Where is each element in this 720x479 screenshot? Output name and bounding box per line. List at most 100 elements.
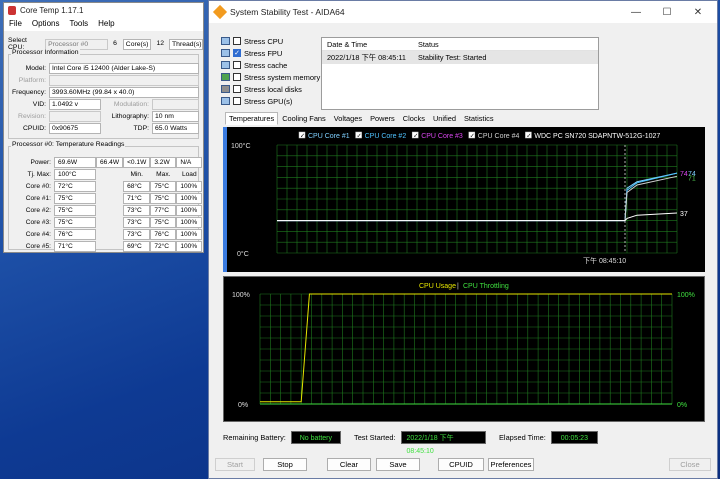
- stress-memory-label: Stress system memory: [244, 72, 321, 82]
- core-name: Core #1:: [25, 195, 51, 202]
- clear-button[interactable]: Clear: [327, 458, 371, 471]
- legend-check-icon: ✓: [526, 134, 531, 140]
- menu-tools[interactable]: Tools: [69, 19, 88, 30]
- stress-gpu-label: Stress GPU(s): [244, 96, 293, 106]
- power-value-dram: 3.2W: [150, 157, 177, 168]
- core-min: 73°C: [123, 205, 151, 216]
- coretemp-app-icon: [8, 6, 16, 15]
- core-min: 73°C: [123, 229, 151, 240]
- stress-memory-option[interactable]: Stress system memory: [221, 71, 320, 83]
- stress-cpu-label: Stress CPU: [244, 36, 284, 46]
- stress-disks-label: Stress local disks: [244, 84, 302, 94]
- tab-temperatures[interactable]: Temperatures: [225, 112, 279, 125]
- power-value-gpu: N/A: [176, 157, 203, 168]
- col-datetime-header[interactable]: Date & Time: [322, 40, 415, 49]
- stress-cache-checkbox[interactable]: [233, 61, 241, 69]
- core-max: 75°C: [150, 181, 177, 192]
- core-name: Core #2:: [25, 207, 51, 214]
- tab-clocks[interactable]: Clocks: [399, 112, 429, 125]
- stress-gpu-option[interactable]: Stress GPU(s): [221, 95, 292, 107]
- legend-entry: CPU Throttling: [463, 283, 509, 290]
- maximize-icon[interactable]: ☐: [654, 7, 680, 18]
- processor-select[interactable]: Processor #0: [45, 38, 109, 50]
- test-started: Test Started: 2022/1/18 下午 08:45:10: [354, 431, 486, 455]
- elapsed-time-value: 00:05:23: [550, 431, 598, 444]
- vid-label: VID:: [32, 101, 46, 108]
- tdp-value: 65.0 Watts: [152, 123, 199, 134]
- stop-button[interactable]: Stop: [263, 458, 307, 471]
- tab-unified[interactable]: Unified: [429, 112, 460, 125]
- core-load: 100%: [176, 217, 203, 228]
- stress-fpu-checkbox[interactable]: ✓: [233, 49, 241, 57]
- tab-voltages[interactable]: Voltages: [330, 112, 366, 125]
- legend-check-icon: ✓: [470, 134, 475, 140]
- tab-cooling-fans[interactable]: Cooling Fans: [278, 112, 330, 125]
- coretemp-menubar: File Options Tools Help: [4, 18, 203, 31]
- stress-cpu-checkbox[interactable]: [233, 37, 241, 45]
- core-load: 100%: [176, 241, 203, 252]
- y-tick-label: 100%: [232, 292, 250, 299]
- core-temp: 71°C: [54, 241, 96, 252]
- start-button[interactable]: Start: [215, 458, 255, 471]
- temperature-readings-title: Processor #0: Temperature Readings: [11, 141, 126, 148]
- tab-powers[interactable]: Powers: [366, 112, 399, 125]
- core-load: 100%: [176, 205, 203, 216]
- preferences-button[interactable]: Preferences: [488, 458, 534, 471]
- status-row-status: Stability Test: Started: [418, 53, 487, 62]
- memory-icon: [221, 73, 230, 81]
- cpuid-label: CPUID:: [22, 125, 46, 132]
- platform-value: [49, 75, 199, 86]
- model-label: Model:: [25, 65, 46, 72]
- tab-statistics[interactable]: Statistics: [460, 112, 498, 125]
- status-log-table: Date & Time Status 2022/1/18 下午 08:45:11…: [321, 37, 599, 110]
- temperature-table: Power: 69.6W 66.4W <0.1W 3.2W N/A Tj. Ma…: [10, 156, 203, 253]
- stress-disks-checkbox[interactable]: [233, 85, 241, 93]
- core-max: 76°C: [150, 229, 177, 240]
- status-log-row[interactable]: 2022/1/18 下午 08:45:11 Stability Test: St…: [322, 51, 598, 64]
- save-button[interactable]: Save: [376, 458, 420, 471]
- stress-gpu-checkbox[interactable]: [233, 97, 241, 105]
- x-marker-label: 下午 08:45:10: [583, 256, 626, 265]
- core-temp: 75°C: [54, 217, 96, 228]
- col-load-header: Load: [181, 171, 197, 178]
- stress-fpu-option[interactable]: ✓ Stress FPU: [221, 47, 282, 59]
- close-button[interactable]: Close: [669, 458, 711, 471]
- core-name: Core #0:: [25, 183, 51, 190]
- coretemp-window: Core Temp 1.17.1 File Options Tools Help…: [3, 2, 204, 253]
- stress-memory-checkbox[interactable]: [233, 73, 241, 81]
- frequency-value: 3993.60MHz (99.84 x 40.0): [49, 87, 199, 98]
- test-started-value: 2022/1/18 下午 08:45:10: [400, 431, 486, 455]
- col-max-header: Max.: [156, 171, 171, 178]
- tjmax-row: Tj. Max: 100°C Min. Max. Load: [10, 169, 202, 180]
- stress-disks-option[interactable]: Stress local disks: [221, 83, 302, 95]
- minimize-icon[interactable]: —: [623, 7, 649, 18]
- legend-entry: CPU Core #3: [421, 133, 463, 140]
- col-status-header[interactable]: Status: [415, 40, 598, 49]
- col-min-header: Min.: [130, 171, 143, 178]
- modulation-label: Modulation:: [113, 101, 149, 108]
- status-row-datetime: 2022/1/18 下午 08:45:11: [327, 52, 406, 62]
- core-min: 68°C: [123, 181, 151, 192]
- stress-cpu-option[interactable]: Stress CPU: [221, 35, 283, 47]
- cpuid-button[interactable]: CPUID: [438, 458, 484, 471]
- menu-help[interactable]: Help: [98, 19, 114, 30]
- menu-file[interactable]: File: [9, 19, 22, 30]
- core-load: 100%: [176, 229, 203, 240]
- core-temp: 75°C: [54, 205, 96, 216]
- coretemp-titlebar[interactable]: Core Temp 1.17.1: [4, 3, 203, 18]
- legend-entry: WDC PC SN720 SDAPNTW-512G-1027: [534, 133, 660, 140]
- test-started-label: Test Started:: [354, 433, 396, 442]
- stress-cache-option[interactable]: Stress cache: [221, 59, 287, 71]
- vid-value: 1.0492 v: [49, 99, 101, 110]
- close-icon[interactable]: ✕: [685, 7, 711, 18]
- graph-tabs: Temperatures Cooling Fans Voltages Power…: [225, 112, 498, 125]
- threads-count: 12: [156, 39, 165, 47]
- legend-separator: |: [457, 283, 459, 290]
- aida64-titlebar[interactable]: System Stability Test - AIDA64 — ☐ ✕: [209, 1, 717, 23]
- tjmax-value: 100°C: [54, 169, 96, 180]
- core-temp: 72°C: [54, 181, 96, 192]
- gpu-icon: [221, 97, 230, 105]
- menu-options[interactable]: Options: [32, 19, 60, 30]
- lithography-label: Lithography:: [111, 113, 149, 120]
- core-max: 75°C: [150, 217, 177, 228]
